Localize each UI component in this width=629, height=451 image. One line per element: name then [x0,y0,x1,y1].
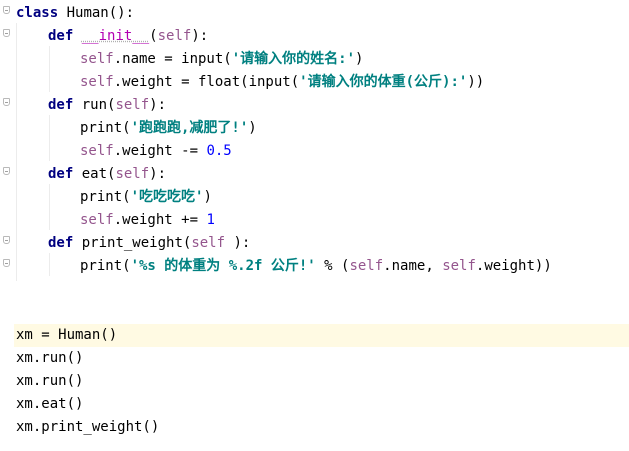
code-token: ): [149,166,167,182]
code-token: % ( [315,258,350,274]
code-line[interactable]: self.name = input('请输入你的姓名:') [80,48,363,71]
indent-guide [49,184,50,230]
code-line[interactable]: def run(self): [48,94,166,117]
code-token: .name = input( [113,51,232,67]
code-token: ): [191,28,209,44]
code-token: class [16,5,59,21]
code-line[interactable]: class Human(): [16,2,134,25]
code-token: self [80,143,114,159]
code-line[interactable]: xm.print_weight() [16,416,159,439]
code-line[interactable]: self.weight -= 0.5 [80,140,232,163]
code-token: ) [355,51,364,67]
code-token: xm = Human() [16,327,118,343]
code-token: xm.eat() [16,396,84,412]
code-token: __init__ [81,28,150,44]
fold-icon[interactable] [3,236,10,244]
code-token: xm.run() [16,350,84,366]
code-token: def [48,235,74,251]
code-token: print_weight( [73,235,192,251]
code-line[interactable]: xm.run() [16,370,83,393]
code-token: self [442,258,476,274]
fold-icon[interactable] [3,98,10,106]
code-token: self [349,258,384,274]
code-editor[interactable]: class Human(): def __init__(self): self.na… [0,0,629,451]
code-token: self [80,212,114,228]
code-line[interactable]: print('跑跑跑,减肥了!') [80,117,257,140]
code-token: .name, [383,258,443,274]
code-token: print( [80,120,131,136]
code-line[interactable]: xm = Human() [16,324,117,347]
code-token: ) [203,189,212,205]
code-token: 1 [206,212,215,228]
fold-icon[interactable] [3,6,10,14]
code-token: self [80,74,114,90]
code-token: '跑跑跑,减肥了!' [130,120,249,136]
indent-guide [49,253,50,276]
code-token: .weight += [113,212,207,228]
code-line[interactable]: print('%s 的体重为 %.2f 公斤!' % (self.name, s… [80,255,552,278]
code-line[interactable]: def print_weight(self ): [48,232,250,255]
code-token: ): [149,97,167,113]
code-token: self [115,166,150,182]
code-token: run( [73,97,116,113]
code-token: self [191,235,226,251]
code-token: )) [467,74,485,90]
code-token: Human(): [58,5,135,21]
code-line[interactable]: def eat(self): [48,163,166,186]
code-token: eat( [73,166,116,182]
code-line[interactable]: print('吃吃吃吃') [80,186,212,209]
indent-guide [16,23,17,281]
code-token: self [157,28,192,44]
code-token: '请输入你的体重(公斤):' [299,74,468,90]
code-token: def [48,166,74,182]
code-line[interactable]: def __init__(self): [48,25,208,48]
code-line[interactable]: xm.eat() [16,393,83,416]
code-token: xm.print_weight() [16,419,160,435]
fold-icon[interactable] [3,167,10,175]
code-token: 0.5 [206,143,232,159]
gutter [0,0,14,451]
indent-guide [49,115,50,161]
code-token: def [48,28,74,44]
code-token: self [80,51,114,67]
code-token: .weight = float(input( [113,74,300,90]
code-token: self [115,97,150,113]
code-token: '请输入你的姓名:' [231,51,356,67]
code-line[interactable]: self.weight = float(input('请输入你的体重(公斤):'… [80,71,484,94]
code-token: xm.run() [16,373,84,389]
fold-icon[interactable] [3,259,10,267]
indent-guide [49,46,50,92]
code-token: print( [80,189,131,205]
code-token: '%s 的体重为 %.2f 公斤!' [130,258,316,274]
code-token: ): [225,235,251,251]
code-token: '吃吃吃吃' [130,189,204,205]
code-line[interactable]: self.weight += 1 [80,209,215,232]
code-line[interactable]: xm.run() [16,347,83,370]
code-token: print( [80,258,131,274]
code-token: ( [149,28,158,44]
code-token: .weight -= [113,143,207,159]
code-token: ) [248,120,257,136]
fold-icon[interactable] [3,29,10,37]
code-token: def [48,97,74,113]
code-token: .weight)) [475,258,552,274]
